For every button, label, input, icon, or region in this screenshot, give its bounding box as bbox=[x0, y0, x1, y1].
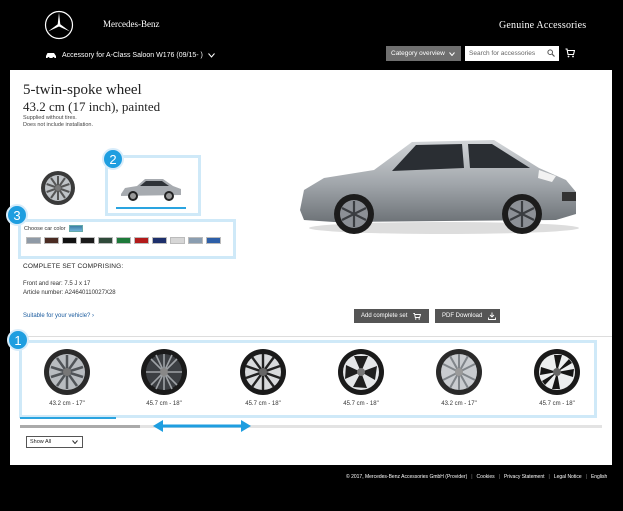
color-swatch[interactable] bbox=[62, 237, 77, 244]
color-swatch[interactable] bbox=[152, 237, 167, 244]
wheel-size-label: 45.7 cm - 18" bbox=[539, 401, 575, 407]
mercedes-star-logo-icon[interactable] bbox=[44, 10, 74, 40]
car-icon bbox=[46, 53, 56, 59]
section-title: Genuine Accessories bbox=[499, 20, 587, 31]
filter-select[interactable]: Show All bbox=[26, 436, 83, 448]
article-number: Article number: A24640110027X28 bbox=[23, 290, 116, 296]
active-thumbnail-indicator bbox=[116, 207, 186, 209]
cart-icon bbox=[413, 312, 422, 320]
selected-color-swatch bbox=[68, 225, 83, 232]
copyright: © 2017, Mercedes-Benz Accessories GmbH (… bbox=[346, 474, 468, 480]
set-size: Front and rear: 7.5 J x 17 bbox=[23, 281, 91, 287]
category-overview-label: Category overview bbox=[391, 50, 445, 57]
wheel-option[interactable]: 45.7 cm - 18" bbox=[326, 347, 396, 407]
highlight-wheel-carousel bbox=[19, 340, 597, 418]
wheel-option[interactable]: 45.7 cm - 18" bbox=[129, 347, 199, 407]
car-color-label: Choose car color bbox=[24, 225, 83, 232]
product-panel: 5-twin-spoke wheel 43.2 cm (17 inch), pa… bbox=[6, 70, 612, 465]
download-icon bbox=[488, 312, 497, 320]
selected-wheel-indicator bbox=[20, 417, 116, 419]
car-thumbnail[interactable] bbox=[119, 175, 183, 203]
wheel-size-label: 45.7 cm - 18" bbox=[343, 401, 379, 407]
carousel-scrollbar-thumb[interactable] bbox=[20, 425, 140, 428]
color-swatch[interactable] bbox=[170, 237, 185, 244]
wheel-image bbox=[240, 349, 286, 395]
separator: | bbox=[471, 474, 473, 480]
chevron-down-icon bbox=[72, 440, 78, 444]
wheel-thumbnail[interactable] bbox=[38, 167, 78, 209]
pdf-download-label: PDF Download bbox=[442, 313, 483, 319]
search-placeholder: Search for accessories bbox=[469, 50, 536, 57]
footer: © 2017, Mercedes-Benz Accessories GmbH (… bbox=[346, 474, 607, 480]
callout-badge: 1 bbox=[7, 329, 29, 351]
section-divider bbox=[10, 336, 612, 337]
suitable-vehicle-link-text: Suitable for your vehicle? bbox=[23, 313, 91, 319]
color-swatch[interactable] bbox=[26, 237, 41, 244]
double-arrow-icon bbox=[153, 420, 251, 432]
footer-link-legal[interactable]: Legal Notice bbox=[554, 474, 582, 480]
color-swatch[interactable] bbox=[80, 237, 95, 244]
product-subtitle: 43.2 cm (17 inch), painted bbox=[23, 99, 161, 114]
suitable-vehicle-link[interactable]: Suitable for your vehicle? › bbox=[23, 313, 94, 319]
footer-link-privacy[interactable]: Privacy Statement bbox=[504, 474, 545, 480]
wheel-image bbox=[141, 349, 187, 395]
category-overview-button[interactable]: Category overview bbox=[386, 46, 461, 61]
callout-badge: 2 bbox=[102, 148, 124, 170]
wheel-image bbox=[436, 349, 482, 395]
set-heading: COMPLETE SET COMPRISING: bbox=[23, 263, 124, 270]
color-swatch[interactable] bbox=[206, 237, 221, 244]
wheel-size-label: 45.7 cm - 18" bbox=[245, 401, 281, 407]
footer-link-language[interactable]: English bbox=[591, 474, 607, 480]
pdf-download-button[interactable]: PDF Download bbox=[435, 309, 500, 323]
separator: | bbox=[585, 474, 587, 480]
search-input[interactable]: Search for accessories bbox=[465, 46, 559, 61]
color-swatch[interactable] bbox=[134, 237, 149, 244]
wheel-image bbox=[338, 349, 384, 395]
search-icon[interactable] bbox=[547, 49, 555, 57]
wheel-image bbox=[44, 349, 90, 395]
car-color-label-text: Choose car color bbox=[24, 225, 66, 232]
note-installation: Does not include installation. bbox=[23, 122, 94, 128]
separator: | bbox=[498, 474, 500, 480]
wheel-size-label: 43.2 cm - 17" bbox=[441, 401, 477, 407]
color-swatch[interactable] bbox=[98, 237, 113, 244]
wheel-option[interactable]: 45.7 cm - 18" bbox=[522, 347, 592, 407]
brand-name: Mercedes-Benz bbox=[103, 19, 160, 29]
callout-badge: 3 bbox=[6, 204, 28, 226]
color-swatch[interactable] bbox=[116, 237, 131, 244]
model-selector[interactable]: Accessory for A-Class Saloon W176 (09/15… bbox=[45, 48, 215, 62]
wheel-option[interactable]: 43.2 cm - 17" bbox=[32, 347, 102, 407]
footer-link-cookies[interactable]: Cookies bbox=[477, 474, 495, 480]
wheel-option[interactable]: 43.2 cm - 17" bbox=[424, 347, 494, 407]
color-swatch[interactable] bbox=[44, 237, 59, 244]
add-complete-set-label: Add complete set bbox=[361, 313, 408, 319]
cart-icon[interactable] bbox=[565, 48, 575, 58]
note-tires: Supplied without tires. bbox=[23, 115, 77, 121]
vehicle-preview-image bbox=[300, 140, 579, 234]
wheel-size-label: 45.7 cm - 18" bbox=[146, 401, 182, 407]
model-selector-label: Accessory for A-Class Saloon W176 (09/15… bbox=[62, 51, 203, 59]
color-swatch[interactable] bbox=[188, 237, 203, 244]
add-complete-set-button[interactable]: Add complete set bbox=[354, 309, 429, 323]
separator: | bbox=[548, 474, 550, 480]
color-swatches bbox=[26, 237, 224, 244]
chevron-down-icon bbox=[448, 51, 455, 56]
wheel-image bbox=[534, 349, 580, 395]
wheel-option[interactable]: 45.7 cm - 18" bbox=[228, 347, 298, 407]
chevron-down-icon bbox=[207, 52, 215, 58]
product-title: 5-twin-spoke wheel bbox=[23, 82, 142, 98]
wheel-size-label: 43.2 cm - 17" bbox=[49, 401, 85, 407]
filter-select-value: Show All bbox=[30, 439, 52, 445]
